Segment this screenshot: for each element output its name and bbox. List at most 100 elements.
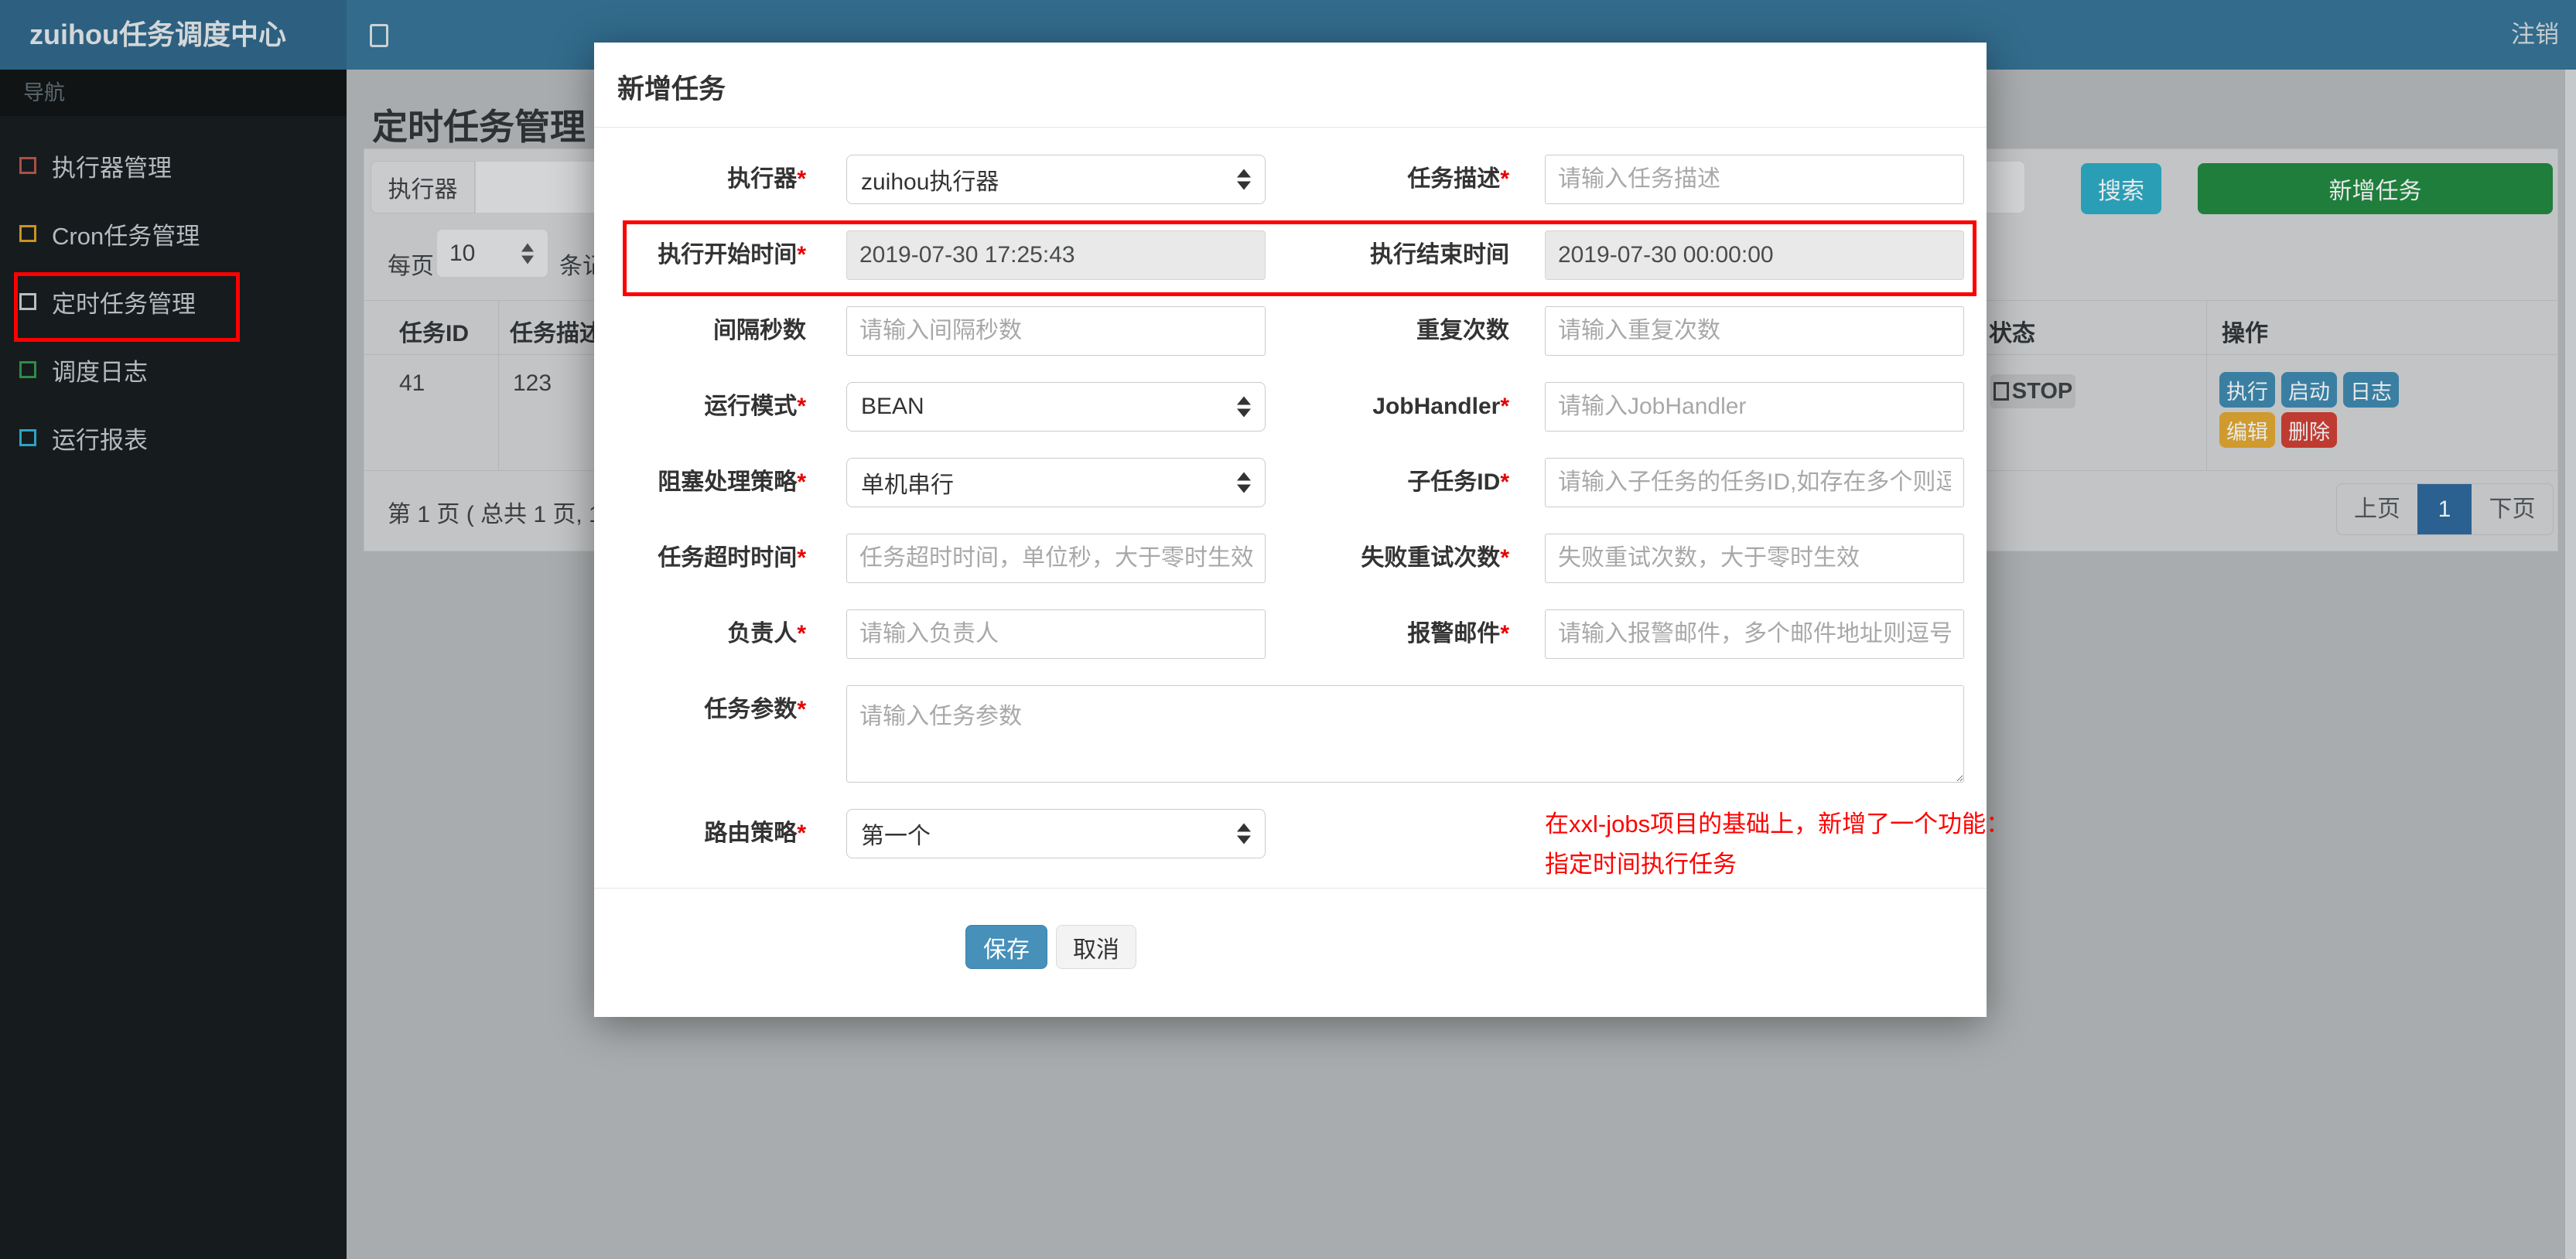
sidebar-item-label: 定时任务管理 xyxy=(52,290,196,318)
sidebar-section-label: 导航 xyxy=(0,70,347,116)
form-row-block-strategy: 阻塞处理策略* 单机串行 子任务ID* xyxy=(594,458,1987,507)
cancel-button[interactable]: 取消 xyxy=(1056,925,1136,969)
fail-retry-count-input[interactable] xyxy=(1545,534,1964,583)
square-outline-icon xyxy=(19,361,36,378)
task-desc-input[interactable] xyxy=(1545,155,1964,204)
pagination-current-page[interactable]: 1 xyxy=(2417,484,2472,534)
sidebar-item-dispatch-log[interactable]: 调度日志 xyxy=(0,336,347,404)
task-params-textarea[interactable] xyxy=(846,685,1964,783)
status-badge-label: STOP xyxy=(2011,378,2073,404)
field-label: 执行器* xyxy=(727,166,806,192)
annotation-note: 在xxl-jobs项目的基础上，新增了一个功能： 指定时间执行任务 xyxy=(1545,804,2010,885)
sidebar-item-label: 执行器管理 xyxy=(52,154,172,182)
row-action-start-button[interactable]: 启动 xyxy=(2281,372,2337,408)
repeat-count-input[interactable] xyxy=(1545,306,1964,356)
status-badge: STOP xyxy=(1990,374,2075,408)
form-row-owner: 负责人* 报警邮件* xyxy=(594,609,1987,659)
per-page-value: 10 xyxy=(449,240,476,266)
select-arrows-icon xyxy=(1237,169,1251,190)
block-strategy-select-value: 单机串行 xyxy=(861,473,954,498)
select-arrows-icon xyxy=(521,243,534,264)
sidebar-toggle-icon[interactable] xyxy=(370,24,388,47)
executor-select[interactable]: zuihou执行器 xyxy=(846,155,1266,204)
column-header-task-id: 任务ID xyxy=(399,321,469,346)
search-button[interactable]: 搜索 xyxy=(2081,163,2161,214)
field-label: 重复次数 xyxy=(1416,318,1509,343)
modal-title: 新增任务 xyxy=(617,74,726,104)
annotation-note-line1: 在xxl-jobs项目的基础上，新增了一个功能： xyxy=(1545,810,2011,838)
field-label: JobHandler* xyxy=(1372,394,1509,419)
select-arrows-icon xyxy=(1237,823,1251,844)
exec-start-time-input[interactable] xyxy=(846,230,1266,280)
task-timeout-input[interactable] xyxy=(846,534,1266,583)
modal-footer: 保存 取消 xyxy=(594,889,1987,969)
square-outline-icon xyxy=(19,225,36,242)
pagination-prev-button[interactable]: 上页 xyxy=(2337,484,2417,534)
column-header-task-desc: 任务描述 xyxy=(510,321,603,346)
form-row-interval: 间隔秒数 重复次数 xyxy=(594,306,1987,356)
add-task-modal: 新增任务 执行器* zuihou执行器 任务描述* 执行开始时间* 执行结束时间 xyxy=(594,43,2010,1017)
block-strategy-select[interactable]: 单机串行 xyxy=(846,458,1266,507)
pagination-next-button[interactable]: 下页 xyxy=(2472,484,2553,534)
app-root: zuihou任务调度中心 注销 导航 执行器管理 Cron任务管理 定时任务管理… xyxy=(0,0,2576,1259)
search-addon-label: 执行器 xyxy=(371,161,475,213)
field-label: 路由策略* xyxy=(704,821,806,846)
field-label: 任务参数* xyxy=(704,697,806,722)
cell-task-desc: 123 xyxy=(513,370,552,396)
save-button[interactable]: 保存 xyxy=(965,925,1047,969)
per-page-prefix: 每页 xyxy=(388,254,434,279)
column-header-actions: 操作 xyxy=(2222,321,2268,346)
sidebar-item-executor-manage[interactable]: 执行器管理 xyxy=(0,131,347,200)
pagination-control: 上页 1 下页 xyxy=(2336,483,2554,535)
sidebar-item-label: 运行报表 xyxy=(52,426,148,454)
field-label: 任务超时时间* xyxy=(658,545,806,571)
modal-body: 执行器* zuihou执行器 任务描述* 执行开始时间* 执行结束时间 间隔秒数 xyxy=(594,128,2010,969)
annotation-note-line2: 指定时间执行任务 xyxy=(1545,851,1737,878)
brand-logo: zuihou任务调度中心 xyxy=(0,0,347,70)
select-arrows-icon xyxy=(1237,472,1251,493)
square-outline-icon xyxy=(19,429,36,446)
column-header-status: 状态 xyxy=(1989,321,2035,346)
sidebar: 导航 执行器管理 Cron任务管理 定时任务管理 调度日志 运行报表 xyxy=(0,70,347,1259)
square-outline-icon xyxy=(19,157,36,174)
cell-task-id: 41 xyxy=(399,370,425,396)
row-action-edit-button[interactable]: 编辑 xyxy=(2219,412,2275,448)
table-column-border xyxy=(498,300,499,470)
field-label: 任务描述* xyxy=(1407,166,1509,192)
row-action-execute-button[interactable]: 执行 xyxy=(2219,372,2275,408)
per-page-select[interactable]: 10 xyxy=(436,229,548,278)
field-label: 失败重试次数* xyxy=(1361,545,1509,571)
scrollbar[interactable] xyxy=(2565,70,2576,1259)
field-label: 子任务ID* xyxy=(1407,469,1509,495)
sidebar-item-label: Cron任务管理 xyxy=(52,222,200,250)
select-arrows-icon xyxy=(1237,396,1251,418)
alarm-email-input[interactable] xyxy=(1545,609,1964,659)
interval-seconds-input[interactable] xyxy=(846,306,1266,356)
field-label: 执行结束时间 xyxy=(1370,242,1509,268)
add-task-button[interactable]: 新增任务 xyxy=(2198,163,2553,214)
route-strategy-select-value: 第一个 xyxy=(861,824,931,849)
page-title: 定时任务管理 xyxy=(372,107,586,147)
form-row-task-params: 任务参数* xyxy=(594,685,1987,783)
row-action-delete-button[interactable]: 删除 xyxy=(2281,412,2337,448)
sidebar-item-scheduled-task-manage[interactable]: 定时任务管理 xyxy=(0,268,347,336)
field-label: 负责人* xyxy=(727,621,806,647)
child-task-id-input[interactable] xyxy=(1545,458,1964,507)
field-label: 执行开始时间* xyxy=(658,242,806,268)
owner-input[interactable] xyxy=(846,609,1266,659)
sidebar-item-run-report[interactable]: 运行报表 xyxy=(0,404,347,472)
logout-link[interactable]: 注销 xyxy=(2505,0,2565,70)
row-action-log-button[interactable]: 日志 xyxy=(2343,372,2399,408)
modal-header: 新增任务 xyxy=(594,43,1987,128)
field-label: 间隔秒数 xyxy=(713,318,806,343)
field-label: 报警邮件* xyxy=(1407,621,1509,647)
missing-glyph-box-icon xyxy=(1993,382,2009,401)
table-column-border xyxy=(2206,300,2207,470)
run-mode-select[interactable]: BEAN xyxy=(846,382,1266,432)
square-outline-icon xyxy=(19,293,36,310)
sidebar-item-cron-task-manage[interactable]: Cron任务管理 xyxy=(0,200,347,268)
run-mode-select-value: BEAN xyxy=(861,394,924,419)
exec-end-time-input[interactable] xyxy=(1545,230,1964,280)
route-strategy-select[interactable]: 第一个 xyxy=(846,809,1266,858)
jobhandler-input[interactable] xyxy=(1545,382,1964,432)
